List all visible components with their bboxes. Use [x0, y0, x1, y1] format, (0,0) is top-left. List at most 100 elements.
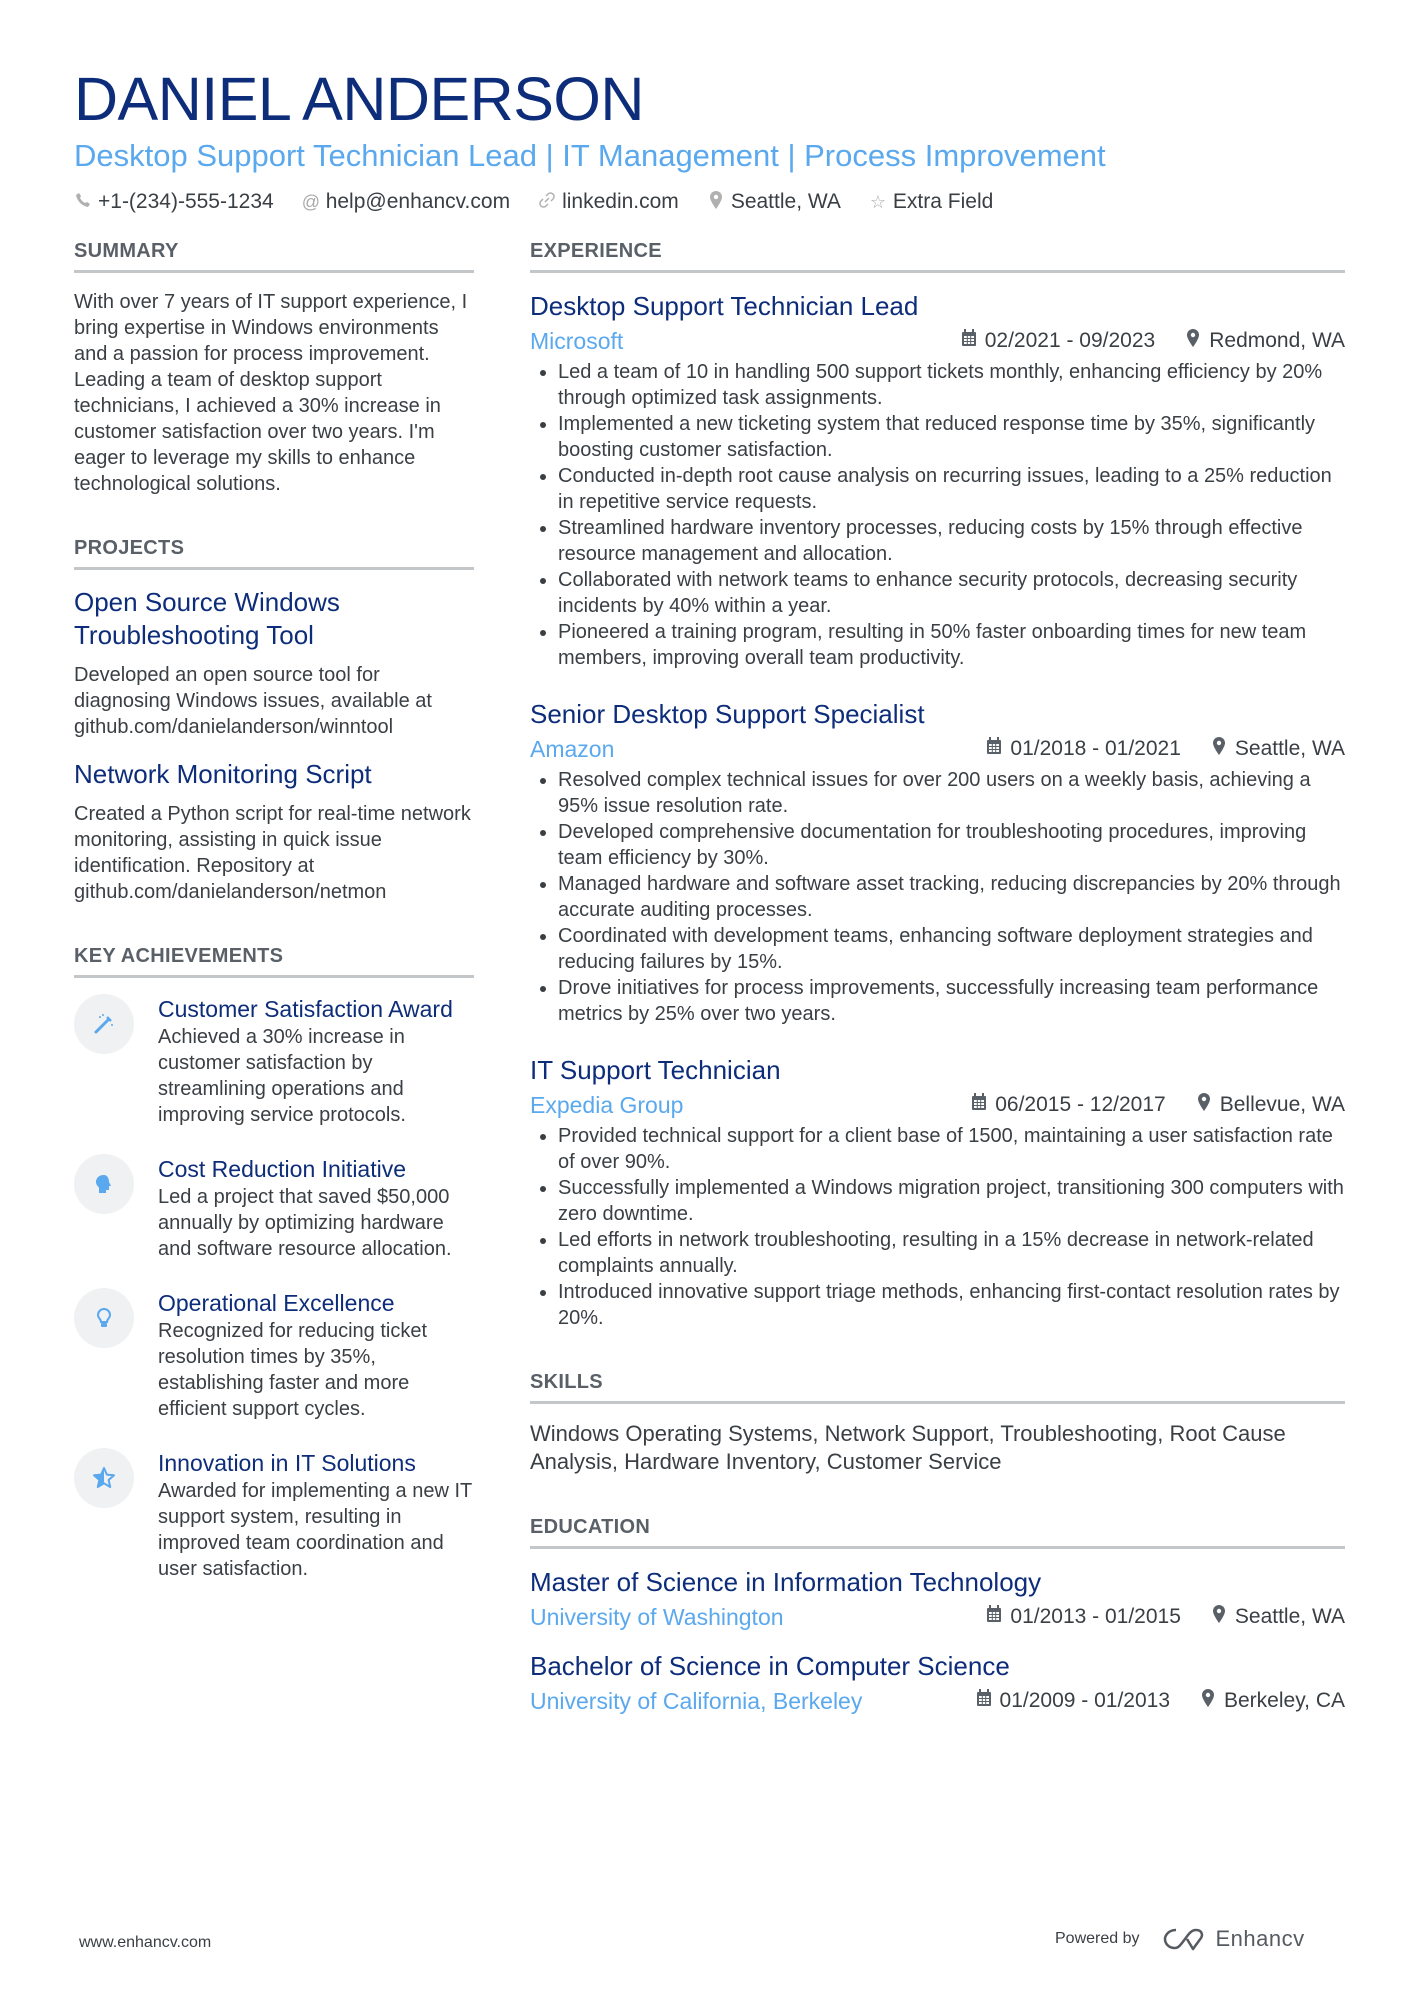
right-column: EXPERIENCE Desktop Support Technician Le… — [530, 238, 1345, 1755]
achievement-content: Customer Satisfaction Award Achieved a 3… — [158, 994, 474, 1128]
job-dates: 01/2018 - 01/2021 — [986, 737, 1181, 761]
projects-heading: PROJECTS — [74, 535, 474, 570]
left-column: SUMMARY With over 7 years of IT support … — [74, 238, 474, 1620]
enhancv-brand-name: Enhancv — [1215, 1926, 1305, 1951]
contact-linkedin[interactable]: linkedin.com — [538, 190, 679, 214]
job-dates: 02/2021 - 09/2023 — [961, 329, 1155, 353]
job-bullet: Led efforts in network troubleshooting, … — [558, 1227, 1345, 1279]
calendar-icon — [961, 329, 977, 353]
job-location-text: Bellevue, WA — [1219, 1093, 1345, 1116]
education-meta-details: 01/2013 - 01/2015 Seattle, WA — [986, 1605, 1345, 1629]
company-name: Expedia Group — [530, 1092, 684, 1118]
achievement-description: Awarded for implementing a new IT suppor… — [158, 1480, 472, 1580]
job-bullet: Developed comprehensive documentation fo… — [558, 819, 1345, 871]
location-pin-icon — [707, 190, 725, 214]
location-pin-icon — [1196, 1093, 1212, 1117]
job-entry: Senior Desktop Support Specialist Amazon… — [530, 697, 1345, 1027]
experience-heading: EXPERIENCE — [530, 238, 1345, 273]
job-title: Senior Desktop Support Specialist — [530, 699, 925, 729]
footer-website[interactable]: www.enhancv.com — [79, 1934, 211, 1952]
job-bullets: Led a team of 10 in handling 500 support… — [530, 359, 1345, 671]
skills-list: Windows Operating Systems, Network Suppo… — [530, 1421, 1286, 1474]
footer-powered-by: Powered by Enhancv — [1055, 1926, 1305, 1952]
school-name: University of California, Berkeley — [530, 1688, 863, 1714]
contact-extra: ☆ Extra Field — [869, 190, 993, 214]
achievement-title: Innovation in IT Solutions — [158, 1450, 416, 1476]
job-location-text: Seattle, WA — [1234, 737, 1345, 760]
job-title: Desktop Support Technician Lead — [530, 291, 919, 321]
job-location: Bellevue, WA — [1196, 1093, 1345, 1117]
project-item: Open Source Windows Troubleshooting Tool… — [74, 586, 474, 740]
at-icon: @ — [301, 191, 320, 212]
powered-by-label: Powered by — [1055, 1930, 1140, 1947]
job-bullet: Drove initiatives for process improvemen… — [558, 975, 1345, 1027]
projects-section: PROJECTS Open Source Windows Troubleshoo… — [74, 535, 474, 905]
achievement-description: Achieved a 30% increase in customer sati… — [158, 1026, 406, 1126]
skills-heading: SKILLS — [530, 1369, 1345, 1404]
education-entry: Master of Science in Information Technol… — [530, 1565, 1345, 1633]
calendar-icon — [976, 1689, 992, 1713]
achievement-title: Operational Excellence — [158, 1290, 395, 1316]
job-meta-details: 02/2021 - 09/2023 Redmond, WA — [961, 329, 1345, 353]
magic-wand-icon — [74, 994, 134, 1054]
education-heading: EDUCATION — [530, 1514, 1345, 1549]
phone-icon — [74, 192, 92, 213]
contact-location-text: Seattle, WA — [730, 190, 841, 213]
company-name: Amazon — [530, 736, 615, 762]
project-description: Created a Python script for real-time ne… — [74, 803, 471, 903]
achievements-section: KEY ACHIEVEMENTS Customer Satisfaction A… — [74, 943, 474, 1582]
job-bullet: Provided technical support for a client … — [558, 1123, 1345, 1175]
calendar-icon — [971, 1093, 987, 1117]
star-icon: ☆ — [869, 191, 886, 212]
resume-header: DANIEL ANDERSON Desktop Support Technici… — [74, 64, 1344, 214]
calendar-icon — [986, 737, 1002, 761]
achievement-item: Customer Satisfaction Award Achieved a 3… — [74, 994, 474, 1128]
school-name: University of Washington — [530, 1604, 784, 1630]
link-icon — [538, 191, 556, 213]
location-pin-icon — [1200, 1689, 1216, 1713]
job-bullets: Resolved complex technical issues for ov… — [530, 767, 1345, 1027]
skills-section: SKILLS Windows Operating Systems, Networ… — [530, 1369, 1345, 1476]
location-pin-icon — [1185, 329, 1201, 353]
job-bullet: Pioneered a training program, resulting … — [558, 619, 1345, 671]
calendar-icon — [986, 1605, 1002, 1629]
education-section: EDUCATION Master of Science in Informati… — [530, 1514, 1345, 1717]
education-location: Berkeley, CA — [1200, 1689, 1345, 1713]
achievement-title: Customer Satisfaction Award — [158, 996, 453, 1022]
achievement-item: Cost Reduction Initiative Led a project … — [74, 1154, 474, 1262]
job-meta-details: 01/2018 - 01/2021 Seattle, WA — [986, 737, 1345, 761]
job-bullet: Implemented a new ticketing system that … — [558, 411, 1345, 463]
contact-extra-text: Extra Field — [892, 190, 994, 213]
lightbulb-icon — [74, 1288, 134, 1348]
job-dates-text: 02/2021 - 09/2023 — [984, 329, 1156, 352]
job-location: Seattle, WA — [1211, 737, 1345, 761]
achievement-description: Recognized for reducing ticket resolutio… — [158, 1320, 428, 1420]
company-name: Microsoft — [530, 328, 624, 354]
job-location: Redmond, WA — [1185, 329, 1345, 353]
contact-bar: +1-(234)-555-1234 @ help@enhancv.com lin… — [74, 190, 1344, 214]
education-meta: University of Washington 01/2013 - 01/20… — [530, 1601, 1345, 1633]
achievement-item: Innovation in IT Solutions Awarded for i… — [74, 1448, 474, 1582]
half-star-icon — [74, 1448, 134, 1508]
project-title: Network Monitoring Script — [74, 759, 372, 789]
contact-email-text: help@enhancv.com — [325, 190, 511, 213]
project-item: Network Monitoring Script Created a Pyth… — [74, 758, 474, 905]
job-bullet: Streamlined hardware inventory processes… — [558, 515, 1345, 567]
job-bullets: Provided technical support for a client … — [530, 1123, 1345, 1331]
achievements-heading: KEY ACHIEVEMENTS — [74, 943, 474, 978]
job-bullet: Resolved complex technical issues for ov… — [558, 767, 1345, 819]
contact-email[interactable]: @ help@enhancv.com — [302, 190, 510, 214]
education-dates-text: 01/2009 - 01/2013 — [999, 1689, 1170, 1712]
achievement-content: Innovation in IT Solutions Awarded for i… — [158, 1448, 474, 1582]
summary-heading: SUMMARY — [74, 238, 474, 273]
achievement-title: Cost Reduction Initiative — [158, 1156, 407, 1182]
enhancv-logo[interactable]: Enhancv — [1162, 1926, 1305, 1952]
job-entry: IT Support Technician Expedia Group 06/2… — [530, 1053, 1345, 1331]
summary-text: With over 7 years of IT support experien… — [74, 291, 468, 495]
degree-title: Master of Science in Information Technol… — [530, 1567, 1042, 1597]
candidate-headline: Desktop Support Technician Lead | IT Man… — [74, 138, 1106, 173]
contact-phone[interactable]: +1-(234)-555-1234 — [74, 190, 274, 214]
job-title: IT Support Technician — [530, 1055, 781, 1085]
project-description: Developed an open source tool for diagno… — [74, 664, 432, 738]
achievement-description: Led a project that saved $50,000 annuall… — [158, 1186, 452, 1260]
